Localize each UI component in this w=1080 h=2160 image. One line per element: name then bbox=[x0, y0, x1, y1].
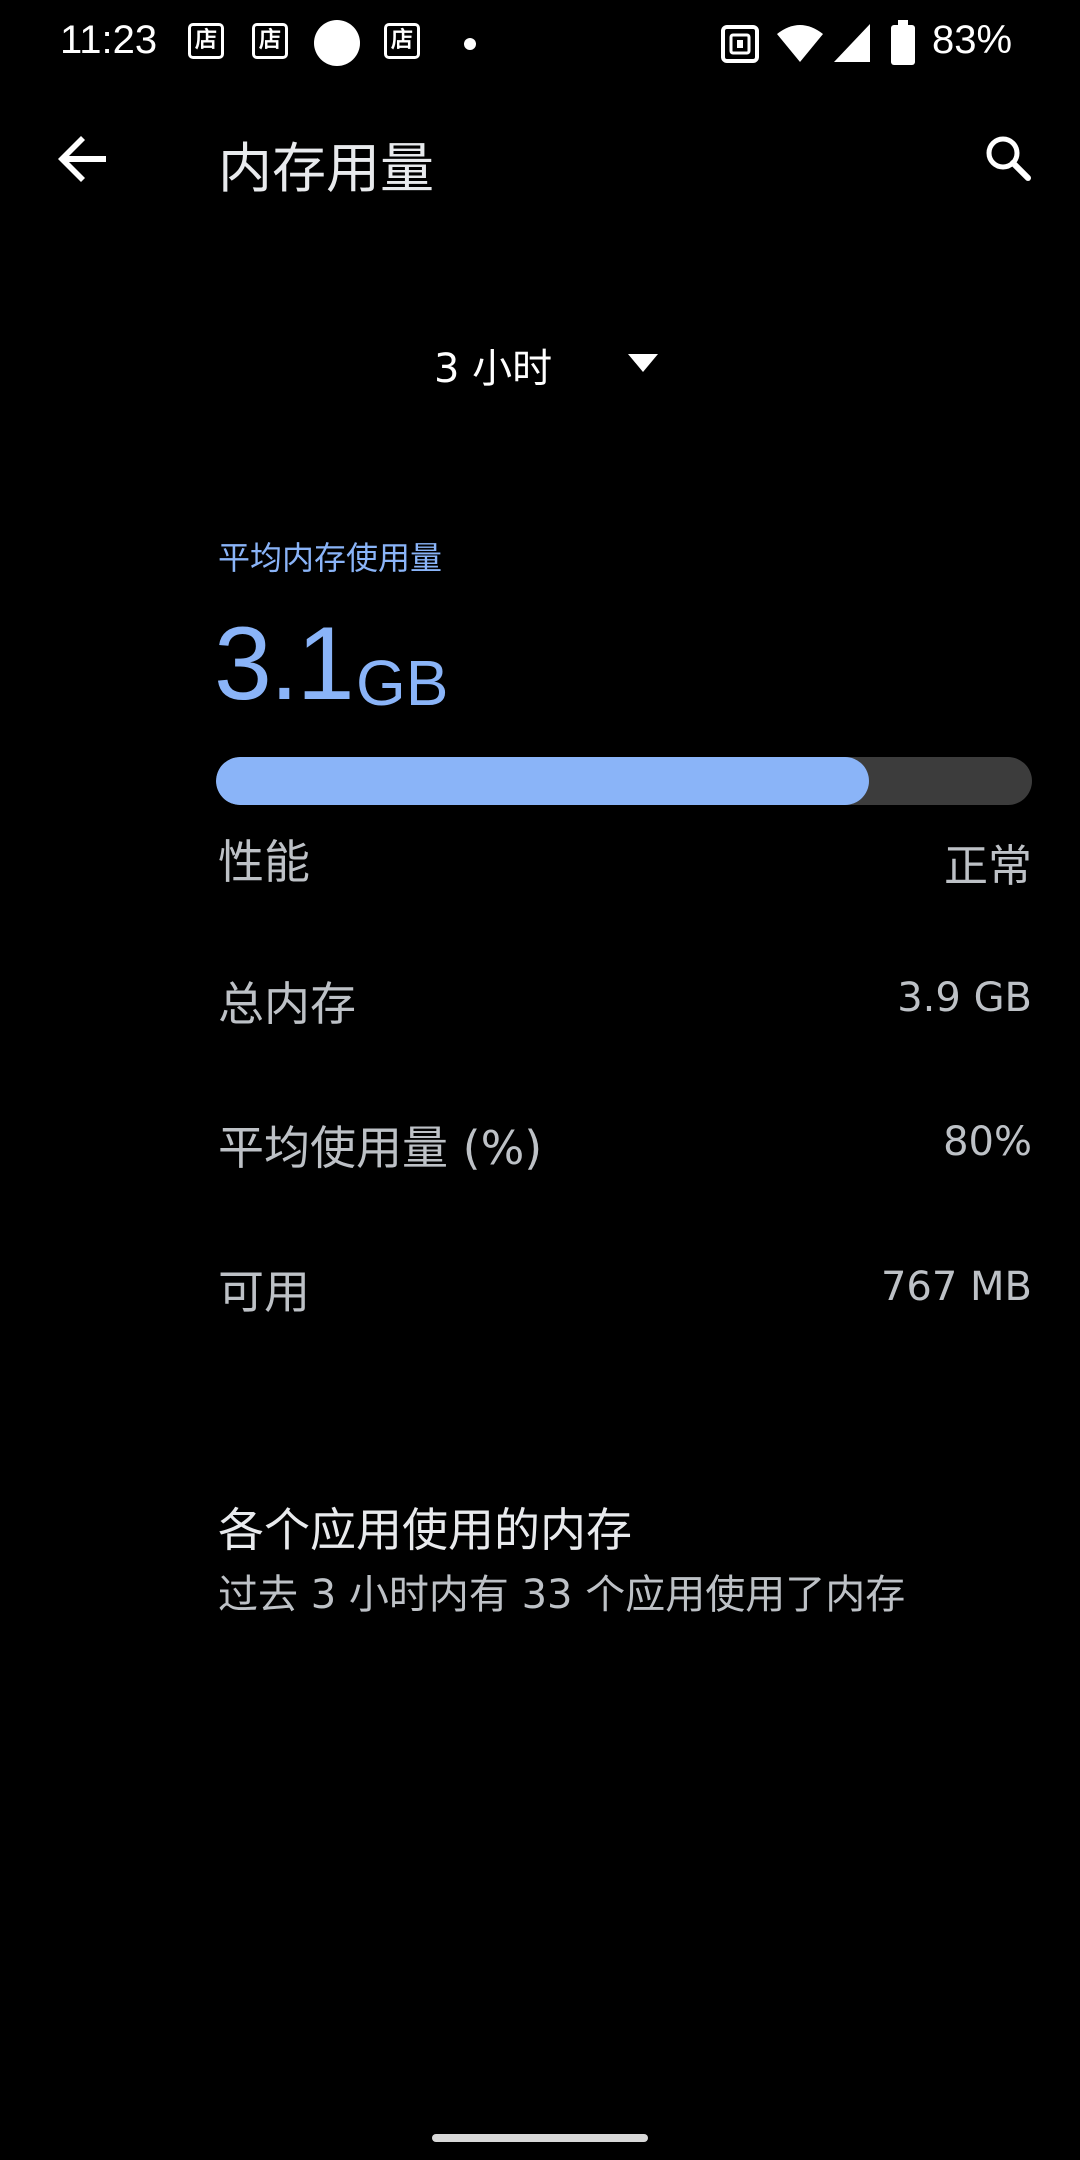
store-notification-icon: 店 bbox=[252, 23, 288, 59]
performance-value: 正常 bbox=[944, 841, 1032, 892]
available-memory-label: 可用 bbox=[218, 1265, 310, 1319]
cell-signal-icon bbox=[834, 24, 870, 62]
battery-percent: 83% bbox=[932, 18, 1013, 62]
battery-icon bbox=[891, 20, 915, 65]
wifi-icon bbox=[777, 25, 823, 62]
more-notifications-dot-icon bbox=[464, 38, 476, 50]
arrow-back-icon bbox=[58, 136, 106, 182]
time-range-value: 3 小时 bbox=[434, 346, 553, 392]
circle-notification-icon bbox=[314, 20, 360, 66]
performance-label: 性能 bbox=[218, 835, 310, 889]
average-usage-percent-label: 平均使用量 (%) bbox=[218, 1121, 543, 1175]
memory-usage-bar-fill bbox=[216, 757, 869, 805]
app-memory-subtitle: 过去 3 小时内有 33 个应用使用了内存 bbox=[218, 1572, 906, 1618]
average-usage-percent-value: 80% bbox=[943, 1119, 1032, 1165]
average-memory-value: 3.1 bbox=[214, 606, 355, 722]
search-icon bbox=[986, 136, 1031, 181]
status-bar: 11:23 店 店 店 83% bbox=[0, 0, 1080, 90]
total-memory-value: 3.9 GB bbox=[897, 975, 1032, 1021]
caret-down-icon bbox=[628, 354, 658, 372]
nfc-icon bbox=[721, 25, 759, 63]
available-memory-value: 767 MB bbox=[880, 1264, 1032, 1310]
app-memory-usage-item[interactable]: 各个应用使用的内存 过去 3 小时内有 33 个应用使用了内存 bbox=[200, 1480, 1060, 1630]
store-notification-icon: 店 bbox=[384, 23, 420, 59]
status-time: 11:23 bbox=[60, 18, 158, 62]
search-button[interactable] bbox=[968, 118, 1048, 198]
store-notification-icon: 店 bbox=[188, 23, 224, 59]
total-memory-label: 总内存 bbox=[218, 977, 356, 1031]
average-memory-unit: GB bbox=[356, 647, 449, 719]
memory-usage-bar bbox=[216, 757, 1032, 805]
back-button[interactable] bbox=[44, 120, 124, 200]
time-range-dropdown[interactable]: 3 小时 bbox=[430, 330, 680, 396]
average-memory-label: 平均内存使用量 bbox=[218, 539, 443, 577]
app-memory-title: 各个应用使用的内存 bbox=[218, 1503, 632, 1557]
page-title: 内存用量 bbox=[218, 137, 434, 200]
gesture-nav-handle[interactable] bbox=[432, 2134, 648, 2142]
